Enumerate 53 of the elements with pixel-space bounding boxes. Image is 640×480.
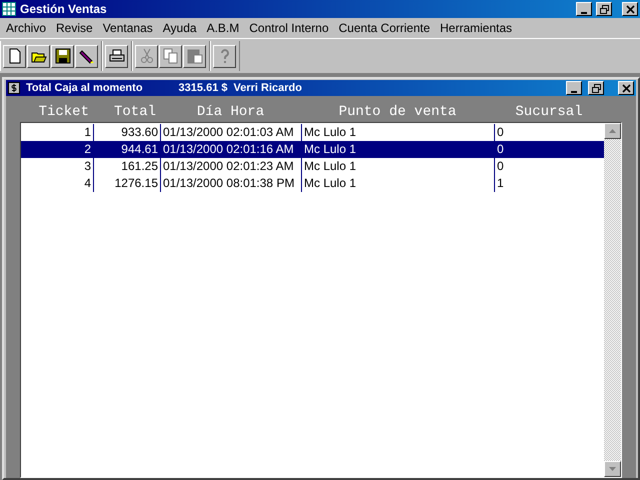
restore-icon: [590, 82, 602, 94]
column-header: Ticket: [38, 104, 90, 122]
toolbar-button[interactable]: [3, 44, 26, 68]
table-cell: 1276.15: [93, 175, 160, 192]
user-name: Verri Ricardo: [233, 82, 303, 94]
menu-item[interactable]: A.B.M: [202, 21, 246, 35]
restore-button[interactable]: [596, 2, 612, 16]
close-button[interactable]: [618, 81, 634, 95]
close-button[interactable]: [622, 2, 638, 16]
menu-item[interactable]: Herramientas: [436, 21, 518, 35]
restore-icon: [598, 4, 610, 14]
close-icon: [620, 82, 632, 94]
menu-item[interactable]: Control Interno: [245, 21, 335, 35]
table-cell-text: 3: [83, 158, 92, 175]
window-title: Gestión Ventas: [20, 2, 108, 16]
clipboard-icon: [186, 48, 202, 64]
menu-item[interactable]: Archivo: [2, 21, 52, 35]
table-row[interactable]: 2 944.61 01/13/2000 02:01:16 AM Mc Lulo 1 0: [21, 141, 604, 158]
table-cell: Mc Lulo 1: [301, 175, 494, 192]
minimize-icon: [581, 12, 587, 14]
column-header: Total: [112, 104, 157, 122]
table-icon: [2, 2, 16, 16]
toolbar-button[interactable]: [75, 44, 98, 68]
table-cell-text: 4: [83, 175, 92, 192]
table-cell-text: 1: [83, 124, 92, 141]
toolbar-button[interactable]: [105, 44, 128, 68]
menu-item[interactable]: Ayuda: [158, 21, 203, 35]
total-amount: 3315.61 $: [178, 82, 228, 94]
menu-item[interactable]: Ventanas: [98, 21, 159, 35]
scissors-icon: [138, 48, 154, 64]
dollar-icon: [8, 82, 20, 94]
window-title: Total Caja al momento: [26, 82, 143, 94]
table-cell-text: 2: [83, 141, 92, 158]
toolbar-button[interactable]: [51, 44, 74, 68]
table-cell: 01/13/2000 08:01:38 PM: [160, 175, 301, 192]
column-header: Sucursal: [514, 104, 584, 122]
menu-item[interactable]: Revise: [52, 21, 99, 35]
minimize-button[interactable]: [566, 81, 582, 95]
restore-button[interactable]: [588, 81, 604, 95]
up-arrow-icon: [609, 129, 616, 133]
toolbar-button[interactable]: [27, 44, 50, 68]
column-header: Día Hora: [196, 104, 266, 122]
scrollbar[interactable]: [604, 123, 621, 477]
menu-item[interactable]: Cuenta Corriente: [334, 21, 436, 35]
printer-icon: [108, 48, 124, 64]
page-icon: [6, 48, 22, 64]
close-icon: [624, 4, 636, 14]
down-arrow-icon: [609, 467, 616, 471]
pencil-icon: [78, 48, 94, 64]
column-header: Punto de venta: [338, 104, 458, 122]
minimize-button[interactable]: [576, 2, 592, 16]
minimize-icon: [571, 90, 577, 92]
copy-icon: [162, 48, 178, 64]
